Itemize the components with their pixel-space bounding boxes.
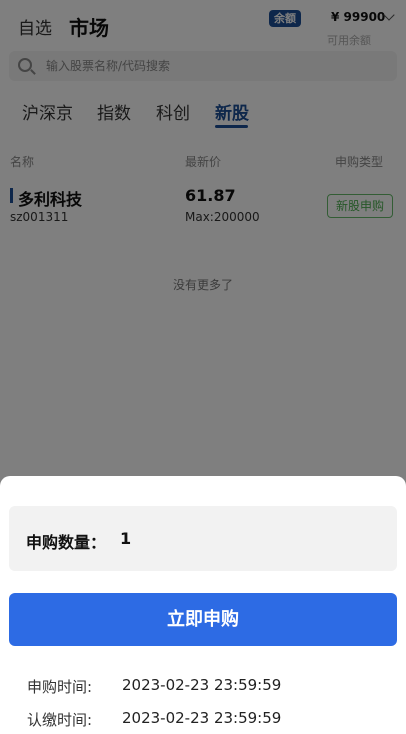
subscribe-sheet: 申购数量： 1 立即申购 申购时间: 2023-02-23 23:59:59 认… (0, 476, 406, 734)
payment-time-value: 2023-02-23 23:59:59 (122, 709, 282, 727)
subscribe-time-value: 2023-02-23 23:59:59 (122, 676, 282, 694)
quantity-box[interactable]: 申购数量： 1 (9, 506, 397, 571)
payment-time-label: 认缴时间: (27, 711, 93, 729)
subscribe-now-button[interactable]: 立即申购 (9, 593, 397, 646)
quantity-value[interactable]: 1 (120, 529, 131, 548)
subscribe-time-label: 申购时间: (27, 678, 93, 696)
quantity-label: 申购数量： (26, 533, 107, 552)
